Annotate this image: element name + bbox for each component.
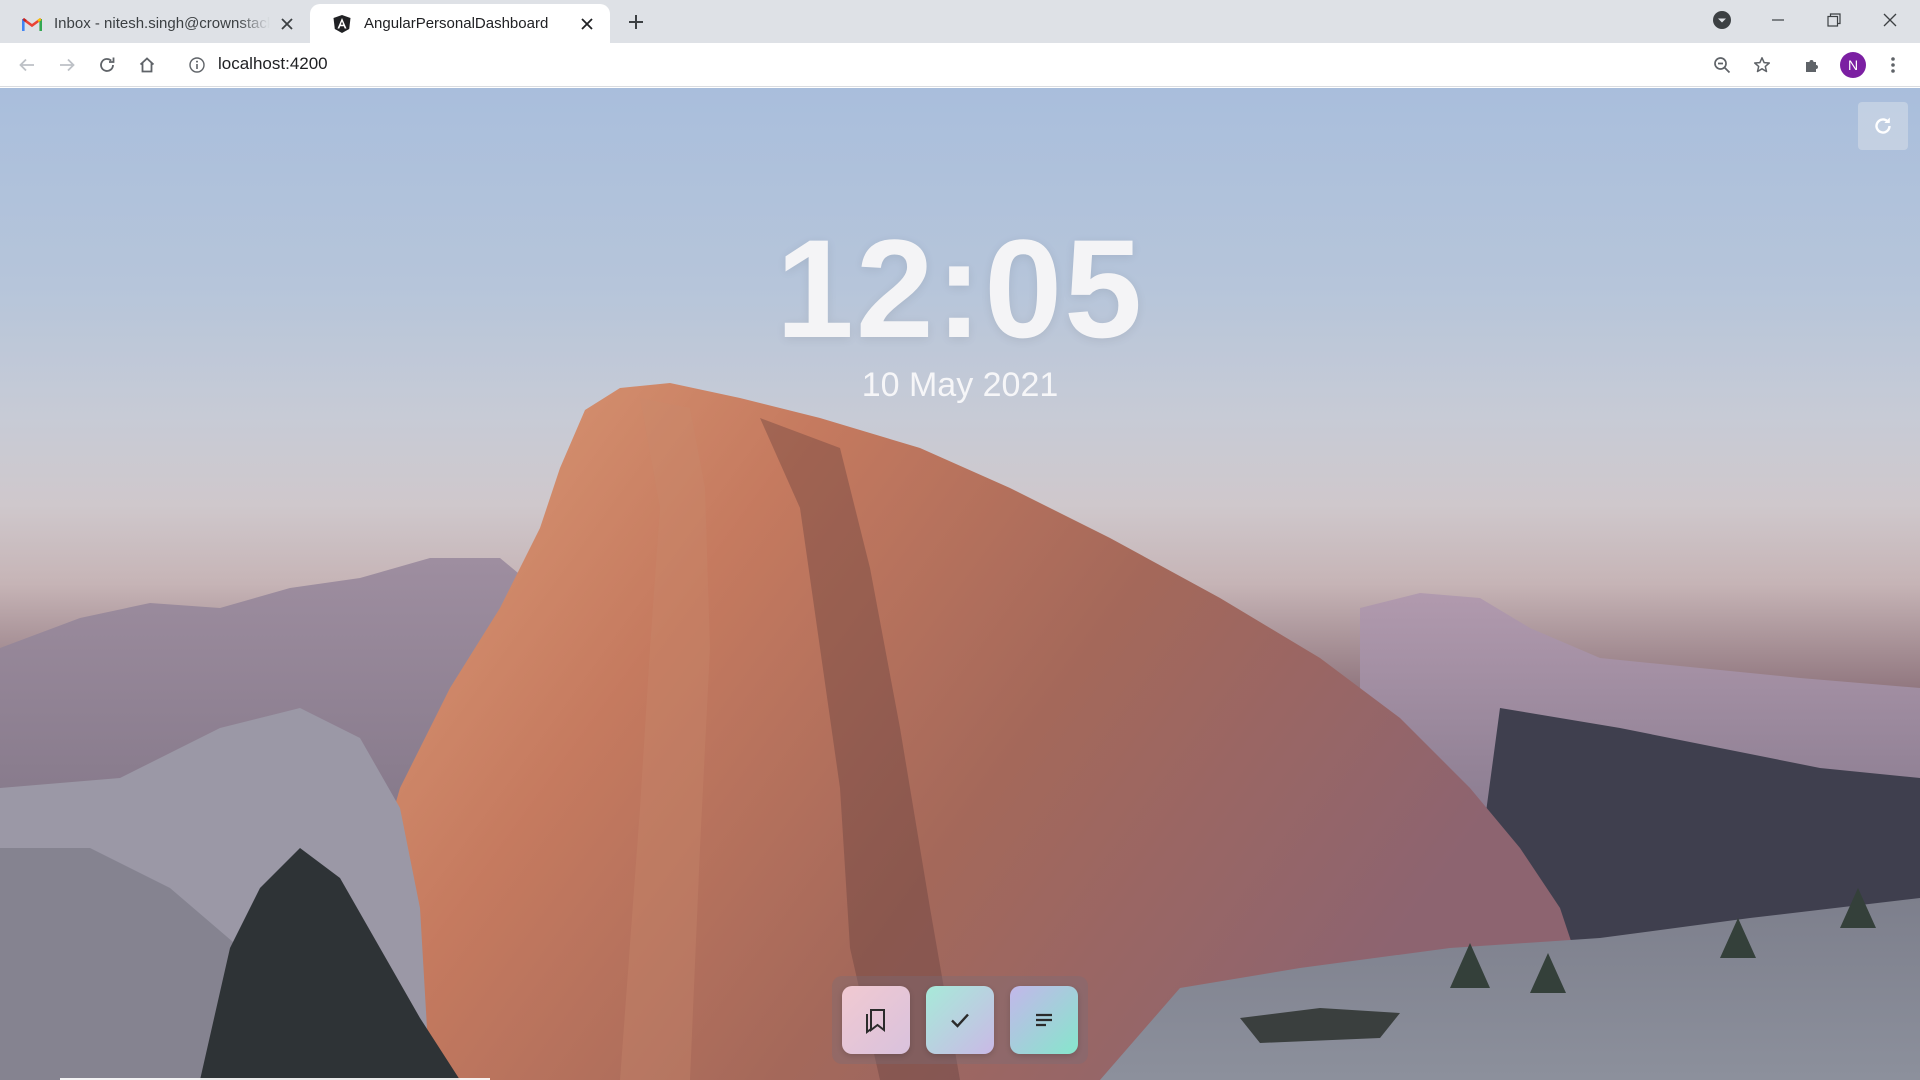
site-info-icon[interactable] (181, 49, 213, 81)
tab-title: Inbox - nitesh.singh@crownstack.com (54, 15, 270, 32)
new-tab-button[interactable] (622, 8, 650, 36)
extensions-icon[interactable] (1796, 49, 1828, 81)
refresh-icon (1875, 117, 1891, 134)
notes-button[interactable] (1010, 986, 1078, 1054)
dashboard-page: 12:05 10 May 2021 (0, 88, 1920, 1080)
gmail-icon (22, 14, 42, 34)
reload-button[interactable] (91, 49, 123, 81)
tab-title: AngularPersonalDashboard (364, 15, 549, 32)
bookmarks-icon (866, 1009, 885, 1034)
tab-search-button[interactable] (1694, 0, 1750, 40)
bookmarks-button[interactable] (842, 986, 910, 1054)
browser-toolbar: localhost:4200 N (0, 43, 1920, 87)
close-tab-icon[interactable] (576, 13, 598, 35)
restore-button[interactable] (1806, 0, 1862, 40)
url-text[interactable]: localhost:4200 (218, 54, 328, 74)
home-button[interactable] (131, 49, 163, 81)
clock-date: 10 May 2021 (861, 366, 1059, 404)
forward-button[interactable] (51, 49, 83, 81)
close-window-button[interactable] (1862, 0, 1918, 40)
back-button[interactable] (11, 49, 43, 81)
tab-strip: Inbox - nitesh.singh@crownstack.com Angu… (0, 0, 1920, 43)
check-icon (951, 1013, 969, 1028)
notes-icon (1036, 1013, 1052, 1027)
todos-button[interactable] (926, 986, 994, 1054)
zoom-icon[interactable] (1706, 49, 1738, 81)
tab-angular-dashboard[interactable]: AngularPersonalDashboard (310, 4, 610, 43)
close-tab-icon[interactable] (276, 13, 298, 35)
app-dock (832, 976, 1088, 1064)
minimize-button[interactable] (1750, 0, 1806, 40)
profile-avatar[interactable]: N (1840, 52, 1866, 78)
tab-gmail[interactable]: Inbox - nitesh.singh@crownstack.com (0, 4, 310, 43)
kebab-menu-icon[interactable] (1877, 49, 1909, 81)
bookmark-star-icon[interactable] (1746, 49, 1778, 81)
angular-icon (332, 14, 352, 34)
clock-time: 12:05 (775, 210, 1145, 367)
refresh-background-button[interactable] (1858, 102, 1908, 150)
